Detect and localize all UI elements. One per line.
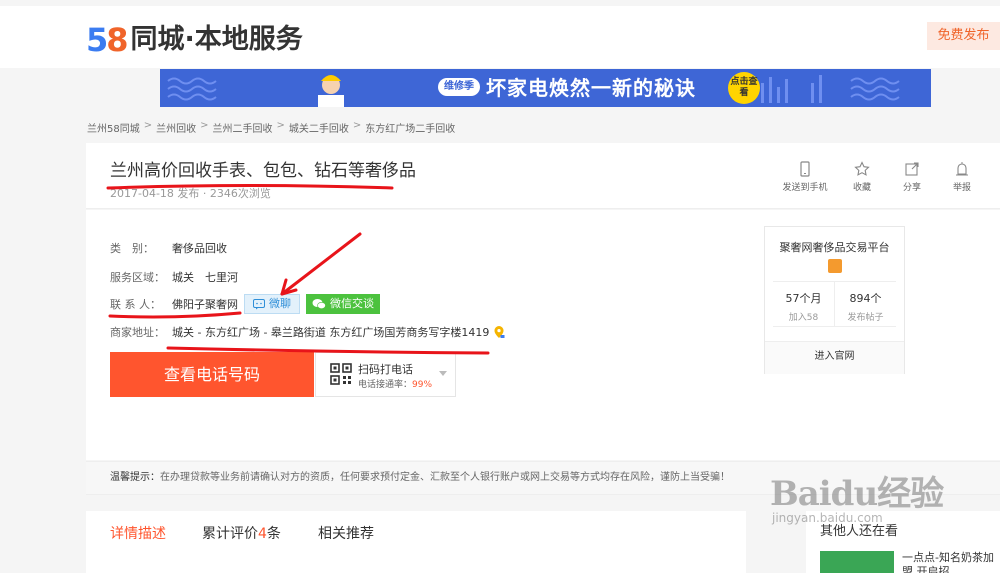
banner-text: 坏家电焕然一新的秘诀: [486, 76, 696, 100]
ad-banner[interactable]: 维修季 坏家电焕然一新的秘诀 点击查看: [160, 69, 931, 107]
bar-decoration: [761, 75, 900, 103]
share-icon: [905, 162, 919, 176]
share-button[interactable]: 分享: [890, 161, 934, 193]
breadcrumb-separator: >: [276, 120, 285, 131]
breadcrumb-item[interactable]: 城关二手回收: [289, 120, 349, 135]
phone-icon: [800, 161, 810, 177]
tab-related[interactable]: 相关推荐: [318, 523, 374, 543]
logo-text: 同城·本地服务: [130, 24, 303, 55]
repairman-icon: [318, 75, 344, 107]
qr-code-icon: [330, 363, 352, 385]
favorite-button[interactable]: 收藏: [840, 161, 884, 193]
category-row: 类 别： 奢侈品回收: [110, 240, 227, 256]
listing-header: 兰州高价回收手表、包包、钻石等奢侈品 2017-04-18 发布 · 2346次…: [86, 143, 1000, 209]
wave-decoration: [167, 77, 217, 101]
breadcrumb-separator: >: [143, 120, 153, 131]
category-value[interactable]: 奢侈品回收: [172, 240, 227, 256]
listing-actions: 发送到手机 收藏 分享 举报: [770, 161, 984, 193]
contact-name: 佛阳子聚奢网: [172, 298, 238, 311]
wechat-chat-button[interactable]: 微信交谈: [306, 294, 380, 314]
address-row: 商家地址： 城关 - 东方红广场 - 皋兰路街道 东方红广场国芳商务写字楼141…: [110, 324, 505, 340]
wechat-icon: [312, 299, 326, 310]
service-area-value[interactable]: 城关 七里河: [172, 269, 238, 285]
service-area-row: 服务区域： 城关 七里河: [110, 269, 238, 285]
map-pin-icon[interactable]: [493, 325, 505, 339]
send-to-phone-button[interactable]: 发送到手机: [776, 161, 834, 193]
free-post-button[interactable]: 免费发布: [927, 22, 1000, 50]
tab-reviews[interactable]: 累计评价4条: [202, 523, 281, 543]
address-value: 城关 - 东方红广场 - 皋兰路街道 东方红广场国芳商务写字楼1419: [172, 326, 490, 339]
breadcrumb-separator: >: [200, 120, 209, 131]
view-phone-button[interactable]: 查看电话号码: [110, 352, 314, 397]
chat-button[interactable]: 微聊: [244, 294, 300, 314]
item-thumbnail[interactable]: [820, 551, 894, 573]
breadcrumb: 兰州58同城 > 兰州回收 > 兰州二手回收 > 城关二手回收 > 东方红广场二…: [87, 120, 455, 135]
visit-website-link[interactable]: 进入官网: [765, 341, 904, 374]
verified-badge-icon: [828, 259, 842, 273]
merchant-card: 聚奢网奢侈品交易平台 57个月 加入58 894个 发布帖子 进入官网: [764, 226, 905, 374]
chat-bubble-icon: [253, 298, 265, 309]
qr-call-dropdown[interactable]: 扫码打电话 电话接通率：99%: [315, 352, 456, 397]
qr-rate: 电话接通率：99%: [358, 380, 433, 390]
breadcrumb-item[interactable]: 兰州58同城: [87, 120, 140, 135]
qr-title: 扫码打电话: [358, 363, 413, 376]
breadcrumb-item[interactable]: 兰州回收: [156, 120, 196, 135]
logo-number: 58: [86, 21, 129, 59]
breadcrumb-separator: >: [352, 120, 362, 131]
banner-tag: 维修季: [438, 78, 480, 96]
baidu-watermark: Baidu经验 jingyan.baidu.com: [770, 474, 944, 525]
site-logo[interactable]: 58 同城·本地服务: [86, 24, 303, 56]
item-link[interactable]: 一点点-知名奶茶加盟 开启招: [902, 551, 994, 573]
detail-tabs: 详情描述 累计评价4条 相关推荐: [86, 511, 746, 573]
chevron-down-icon: [439, 371, 447, 376]
top-bar: 58 同城·本地服务 免费发布: [0, 6, 1000, 68]
listing-meta: 2017-04-18 发布 · 2346次浏览: [110, 187, 271, 200]
report-icon: [956, 162, 968, 176]
tab-details[interactable]: 详情描述: [110, 523, 166, 543]
contact-row: 联 系 人： 佛阳子聚奢网 微聊 微信交谈: [110, 294, 380, 314]
breadcrumb-item[interactable]: 东方红广场二手回收: [365, 120, 455, 135]
listing-title: 兰州高价回收手表、包包、钻石等奢侈品: [110, 161, 416, 181]
breadcrumb-item[interactable]: 兰州二手回收: [213, 120, 273, 135]
report-button[interactable]: 举报: [940, 161, 984, 193]
merchant-stats: 57个月 加入58 894个 发布帖子: [773, 281, 896, 327]
merchant-stat: 57个月 加入58: [785, 292, 822, 323]
star-icon: [854, 161, 870, 176]
merchant-stat: 894个 发布帖子: [834, 282, 896, 326]
merchant-name[interactable]: 聚奢网奢侈品交易平台: [765, 239, 904, 255]
